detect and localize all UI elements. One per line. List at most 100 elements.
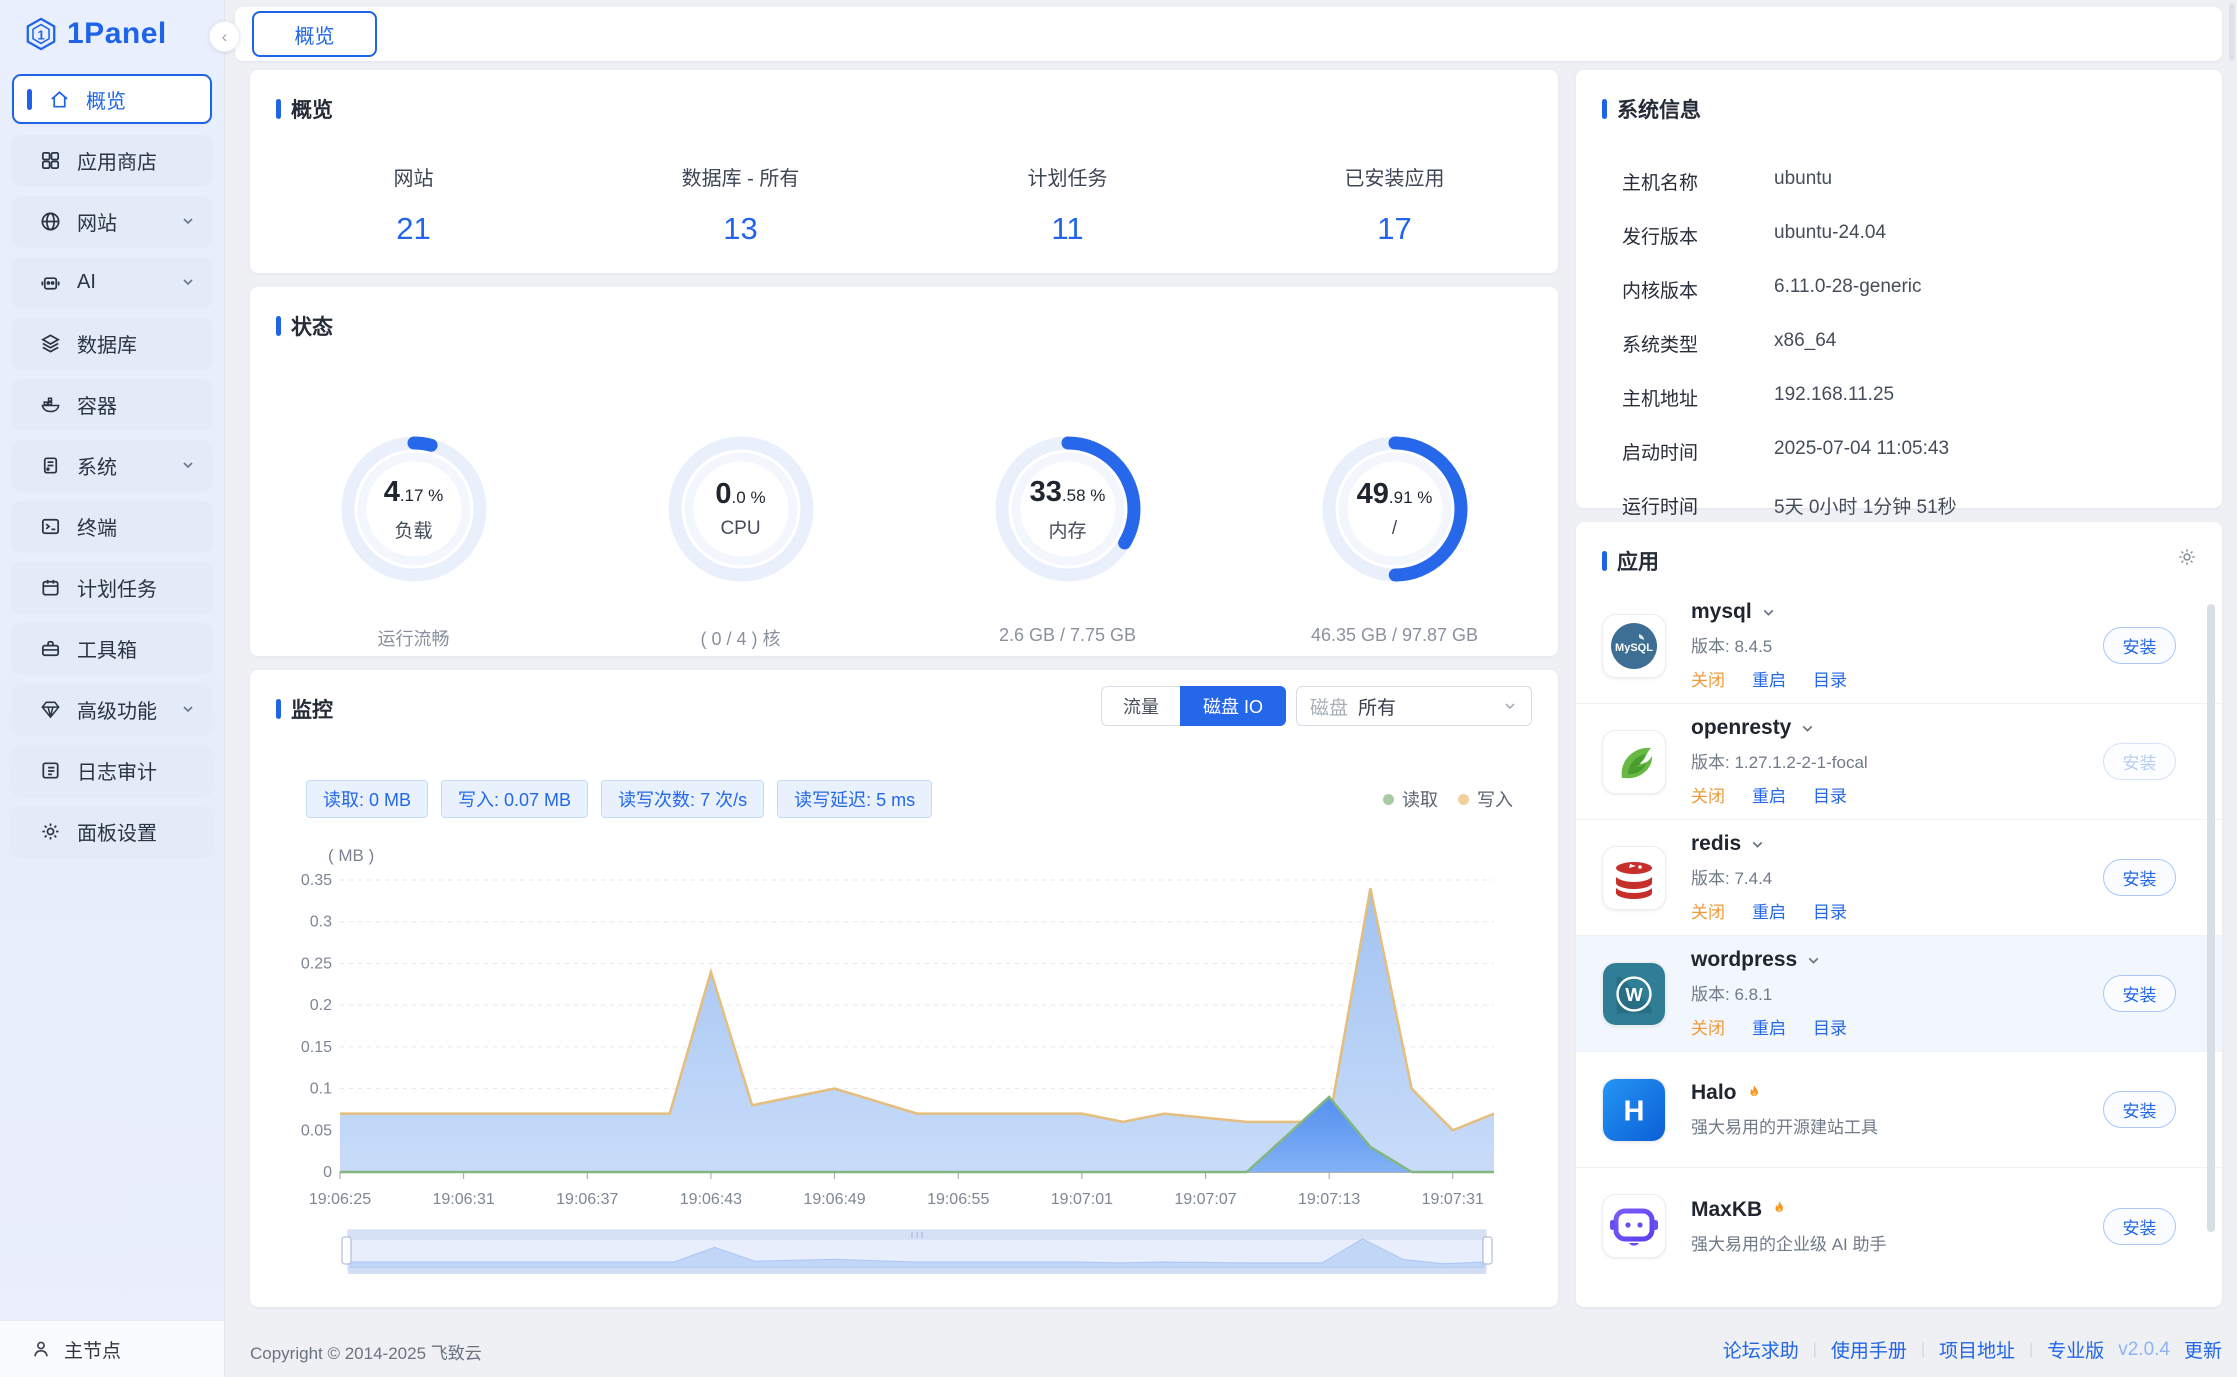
app-dir-link[interactable]: 目录 [1813, 782, 1847, 807]
svg-text:19:06:37: 19:06:37 [556, 1191, 618, 1208]
status-title: 状态 [291, 311, 333, 341]
svg-text:MySQL: MySQL [1615, 642, 1653, 654]
disk-io-chart: 00.050.10.150.20.250.30.3519:06:2519:06:… [290, 866, 1520, 1212]
tab-overview[interactable]: 概览 [252, 11, 377, 57]
install-button[interactable]: 安装 [2103, 1091, 2176, 1128]
info-row-boot-time: 启动时间2025-07-04 11:05:43 [1622, 438, 2222, 465]
sidebar-item-app-store[interactable]: 应用商店 [12, 135, 212, 185]
system-info-title: 系统信息 [1617, 94, 1701, 124]
user-manual-link[interactable]: 使用手册 [1831, 1336, 1907, 1363]
sidebar-item-website[interactable]: 网站 [12, 196, 212, 246]
disk-io-tab-button[interactable]: 磁盘 IO [1180, 686, 1286, 726]
gauge-cpu: 0.0 %CPU ( 0 / 4 ) 核 [577, 429, 904, 651]
install-button[interactable]: 安装 [2103, 743, 2176, 780]
stat-websites: 网站21 [250, 162, 577, 247]
app-dir-link[interactable]: 目录 [1813, 1014, 1847, 1039]
apps-scrollbar[interactable] [2207, 604, 2215, 1287]
chevron-down-icon [180, 457, 196, 473]
calendar-icon [38, 575, 62, 599]
sidebar-item-container[interactable]: 容器 [12, 379, 212, 429]
install-button[interactable]: 安装 [2103, 1208, 2176, 1245]
forum-help-link[interactable]: 论坛求助 [1723, 1336, 1799, 1363]
sidebar-item-system[interactable]: 系统 [12, 440, 212, 490]
svg-text:19:06:25: 19:06:25 [309, 1191, 371, 1208]
install-button[interactable]: 安装 [2103, 859, 2176, 896]
app-row-redis: redis 版本: 7.4.4 关闭重启目录 安装 [1576, 820, 2222, 936]
install-button[interactable]: 安装 [2103, 627, 2176, 664]
apps-settings-gear-icon[interactable] [2176, 546, 2198, 573]
svg-text:19:07:13: 19:07:13 [1298, 1191, 1360, 1208]
sidebar-item-ai[interactable]: AI [12, 257, 212, 307]
home-icon [47, 87, 71, 111]
svg-text:19:06:43: 19:06:43 [680, 1191, 742, 1208]
svg-text:0.2: 0.2 [310, 997, 332, 1014]
y-axis-unit: ( MB ) [328, 846, 374, 866]
scrollbar-thumb[interactable] [2207, 604, 2215, 1232]
robot-icon [38, 270, 62, 294]
svg-text:0: 0 [323, 1164, 332, 1181]
app-restart-link[interactable]: 重启 [1752, 782, 1786, 807]
sidebar-item-database[interactable]: 数据库 [12, 318, 212, 368]
legend-read[interactable]: 读取 [1383, 786, 1438, 812]
sidebar-item-settings[interactable]: 面板设置 [12, 806, 212, 856]
chart-legend: 读取 写入 [1383, 786, 1513, 812]
monitor-card: 监控 流量 磁盘 IO 磁盘 所有 读取: 0 MB 写入: 0.07 MB 读… [250, 670, 1558, 1307]
chevron-down-icon [1502, 698, 1518, 714]
project-address-link[interactable]: 项目地址 [1939, 1336, 2015, 1363]
update-link[interactable]: 更新 [2184, 1336, 2222, 1363]
app-restart-link[interactable]: 重启 [1752, 898, 1786, 923]
globe-icon [38, 209, 62, 233]
tab-bar: 概览 [235, 7, 2222, 61]
mysql-icon: MySQL [1602, 614, 1666, 678]
version-text: v2.0.4 [2118, 1339, 2170, 1361]
svg-text:0.35: 0.35 [301, 872, 332, 889]
app-close-link[interactable]: 关闭 [1691, 1014, 1725, 1039]
svg-text:19:06:55: 19:06:55 [927, 1191, 989, 1208]
write-legend-dot [1458, 794, 1469, 805]
sidebar-item-label: AI [77, 271, 96, 294]
info-row-hostname: 主机名称ubuntu [1622, 168, 2222, 195]
sidebar-item-logs[interactable]: 日志审计 [12, 745, 212, 795]
app-close-link[interactable]: 关闭 [1691, 782, 1725, 807]
app-row-halo: H Halo 强大易用的开源建站工具 安装 [1576, 1052, 2222, 1168]
disk-select[interactable]: 磁盘 所有 [1296, 686, 1532, 726]
sidebar-item-terminal[interactable]: 终端 [12, 501, 212, 551]
app-grid-icon [38, 148, 62, 172]
footer-links: 论坛求助| 使用手册| 项目地址| 专业版 v2.0.4 更新 [1723, 1336, 2222, 1363]
pro-edition-link[interactable]: 专业版 [2047, 1336, 2104, 1363]
title-accent-bar [276, 699, 281, 719]
io-stats-tags: 读取: 0 MB 写入: 0.07 MB 读写次数: 7 次/s 读写延迟: 5… [306, 780, 1513, 818]
chevron-down-icon [180, 274, 196, 290]
sidebar-item-toolbox[interactable]: 工具箱 [12, 623, 212, 673]
sidebar-item-label: 网站 [77, 207, 117, 236]
sidebar-item-cron[interactable]: 计划任务 [12, 562, 212, 612]
legend-write[interactable]: 写入 [1458, 786, 1513, 812]
sidebar-item-advanced[interactable]: 高级功能 [12, 684, 212, 734]
traffic-tab-button[interactable]: 流量 [1101, 686, 1180, 726]
master-node-label: 主节点 [64, 1336, 121, 1363]
gear-icon [38, 819, 62, 843]
chart-datazoom-slider[interactable] [338, 1224, 1496, 1276]
sidebar-item-overview[interactable]: 概览 [12, 74, 212, 124]
install-button[interactable]: 安装 [2103, 975, 2176, 1012]
master-node-switcher[interactable]: 主节点 [0, 1320, 224, 1377]
sidebar-collapse-button[interactable]: ‹ [209, 21, 240, 52]
overview-card: 概览 网站21 数据库 - 所有13 计划任务11 已安装应用17 [250, 70, 1558, 273]
diamond-icon [38, 697, 62, 721]
copyright-text: Copyright © 2014-2025 飞致云 [250, 1339, 482, 1364]
app-dir-link[interactable]: 目录 [1813, 898, 1847, 923]
fire-icon [1770, 1200, 1789, 1219]
active-indicator-bar [27, 89, 32, 110]
status-gauges: 4.17 %负载 运行流畅 0.0 %CPU ( 0 / 4 ) 核 33.58… [250, 429, 1558, 651]
app-restart-link[interactable]: 重启 [1752, 1014, 1786, 1039]
app-close-link[interactable]: 关闭 [1691, 898, 1725, 923]
svg-text:19:06:49: 19:06:49 [803, 1191, 865, 1208]
app-restart-link[interactable]: 重启 [1752, 666, 1786, 691]
svg-text:19:07:31: 19:07:31 [1422, 1191, 1484, 1208]
app-dir-link[interactable]: 目录 [1813, 666, 1847, 691]
svg-text:19:06:31: 19:06:31 [433, 1191, 495, 1208]
app-close-link[interactable]: 关闭 [1691, 666, 1725, 691]
page-scrollbar[interactable] [2229, 3, 2235, 61]
status-card: 状态 4.17 %负载 运行流畅 0.0 %CPU ( 0 / 4 ) 核 [250, 287, 1558, 656]
iops-tag: 读写次数: 7 次/s [601, 780, 764, 818]
